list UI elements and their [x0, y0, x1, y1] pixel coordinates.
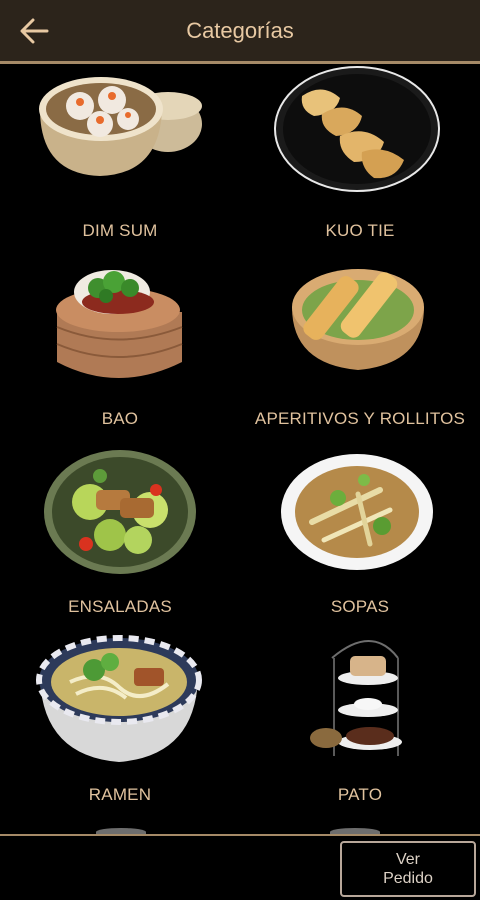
- category-bao[interactable]: BAO: [0, 252, 240, 440]
- category-aperitivos[interactable]: APERITIVOS Y ROLLITOS: [240, 252, 480, 440]
- ramen-image: [36, 635, 202, 762]
- category-label: BAO: [101, 409, 139, 428]
- bao-image: [56, 270, 183, 378]
- bottom-bar: Ver Pedido: [0, 834, 480, 900]
- salad-image: [44, 450, 196, 574]
- kuo-tie-image: [274, 66, 440, 192]
- category-label: APERITIVOS Y ROLLITOS: [254, 409, 466, 428]
- duck-tower-image: [310, 640, 402, 756]
- category-label: ENSALADAS: [68, 597, 172, 616]
- view-order-line1: Ver: [395, 851, 420, 868]
- spring-rolls-image: [292, 269, 424, 370]
- category-label: KUO TIE: [325, 221, 395, 240]
- category-grid: DIM SUM KUO TIE BAO APERITIVOS Y ROLLITO…: [0, 64, 480, 834]
- category-dim-sum[interactable]: DIM SUM: [0, 64, 240, 252]
- dim-sum-image: [39, 77, 202, 176]
- category-label: RAMEN: [88, 785, 152, 804]
- view-order-line2: Pedido: [383, 870, 433, 887]
- category-sopas[interactable]: SOPAS: [240, 440, 480, 628]
- view-order-button[interactable]: Ver Pedido: [340, 841, 476, 897]
- back-button[interactable]: [14, 13, 54, 49]
- category-pato[interactable]: PATO: [240, 628, 480, 816]
- category-ramen[interactable]: RAMEN: [0, 628, 240, 816]
- arrow-left-icon: [20, 18, 49, 44]
- category-ensaladas[interactable]: ENSALADAS: [0, 440, 240, 628]
- category-label: PATO: [337, 785, 383, 804]
- page-title: Categorías: [186, 18, 294, 43]
- app-bar: Categorías: [0, 0, 480, 64]
- category-label: SOPAS: [330, 597, 390, 616]
- category-label: DIM SUM: [82, 221, 158, 240]
- soup-image: [281, 454, 433, 570]
- category-kuo-tie[interactable]: KUO TIE: [240, 64, 480, 252]
